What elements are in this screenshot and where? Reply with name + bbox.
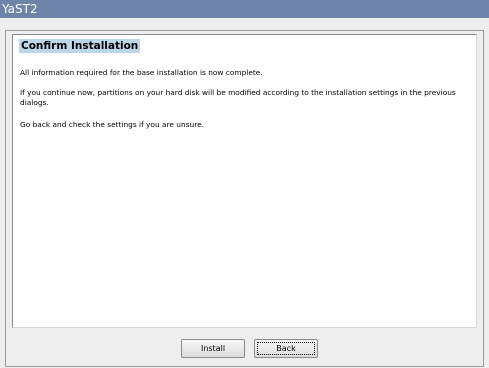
info-paragraph-go-back: Go back and check the settings if you ar… bbox=[20, 120, 204, 129]
info-paragraph-complete: All information required for the base in… bbox=[20, 68, 263, 77]
content-panel: Confirm Installation All information req… bbox=[12, 34, 477, 328]
dialog-heading: Confirm Installation bbox=[19, 39, 141, 53]
install-button-label: Install bbox=[200, 344, 226, 353]
window-title: YaST2 bbox=[2, 2, 38, 16]
window-titlebar: YaST2 bbox=[0, 0, 489, 18]
info-paragraph-warning: If you continue now, partitions on your … bbox=[20, 88, 456, 107]
back-button-label: Back bbox=[276, 344, 296, 353]
back-button[interactable]: Back bbox=[254, 339, 318, 358]
install-button[interactable]: Install bbox=[181, 339, 245, 358]
